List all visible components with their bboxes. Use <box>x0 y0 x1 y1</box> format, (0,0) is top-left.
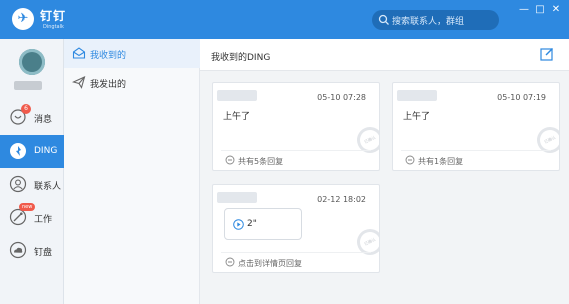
sub-nav: 我收到的 我发出的 <box>64 39 200 304</box>
ding-message: 上午了 <box>403 112 431 122</box>
search-input[interactable]: 搜索联系人，群组 <box>372 10 499 30</box>
cloud-drive-icon <box>9 241 27 259</box>
page-title: 我收到的DING <box>211 53 271 63</box>
reply-count[interactable]: 共有5条回复 <box>238 156 283 167</box>
app-brand: 钉钉 <box>40 9 67 23</box>
maximize-button[interactable]: □ <box>533 4 547 16</box>
play-icon <box>233 219 244 230</box>
confirmed-stamp-icon: 已确认 <box>532 122 559 158</box>
reply-count[interactable]: 共有1条回复 <box>418 156 463 167</box>
unread-badge: 6 <box>21 104 31 114</box>
minimize-button[interactable]: — <box>517 4 531 16</box>
close-button[interactable]: ✕ <box>549 4 563 16</box>
reply-icon <box>405 155 415 165</box>
ding-time: 05-10 07:28 <box>317 93 366 102</box>
title-bar: ✈ 钉钉 Dingtalk 搜索联系人，群组 — □ ✕ <box>0 0 569 39</box>
nav-label: 联系人 <box>34 182 62 192</box>
nav-item-messages[interactable]: 6 消息 <box>0 101 64 134</box>
main-panel: 我收到的DING 05-10 07:28 上午了 已确认 共有5条回复 05-1… <box>200 39 569 304</box>
subnav-label: 我发出的 <box>90 80 127 90</box>
ding-card[interactable]: 05-10 07:28 上午了 已确认 共有5条回复 <box>212 82 380 171</box>
nav-item-cloud-drive[interactable]: 钉盘 <box>0 234 64 267</box>
send-icon <box>72 76 86 89</box>
subnav-item-sent[interactable]: 我发出的 <box>64 68 200 97</box>
contacts-icon <box>9 175 27 193</box>
sender-name-redacted <box>217 192 257 203</box>
main-header: 我收到的DING <box>200 39 569 71</box>
ding-card[interactable]: 05-10 07:19 上午了 已确认 共有1条回复 <box>392 82 560 171</box>
user-name-redacted <box>14 81 42 90</box>
nav-label: 钉盘 <box>34 248 53 258</box>
nav-item-work[interactable]: new 工作 <box>0 201 64 234</box>
voice-length: 2" <box>247 219 257 229</box>
nav-label: 工作 <box>34 215 53 225</box>
confirmed-stamp-icon: 已确认 <box>352 122 379 158</box>
sender-name-redacted <box>217 90 257 101</box>
left-nav: 6 消息 DING 联系人 new 工作 钉盘 <box>0 39 64 304</box>
ding-card[interactable]: 02-12 18:02 2" 已确认 点击到详情页回复 <box>212 184 380 273</box>
divider <box>221 252 371 253</box>
divider <box>401 150 551 151</box>
ding-time: 02-12 18:02 <box>317 195 366 204</box>
sender-name-redacted <box>397 90 437 101</box>
nav-label: DING <box>34 146 58 156</box>
nav-label: 消息 <box>34 115 53 125</box>
search-placeholder: 搜索联系人，群组 <box>392 17 465 27</box>
subnav-label: 我收到的 <box>90 51 127 61</box>
ding-message: 上午了 <box>223 112 251 122</box>
reply-hint[interactable]: 点击到详情页回复 <box>238 258 302 269</box>
ding-time: 05-10 07:19 <box>497 93 546 102</box>
compose-icon[interactable] <box>540 47 554 61</box>
subnav-item-received[interactable]: 我收到的 <box>64 39 200 68</box>
voice-message[interactable]: 2" <box>224 208 302 240</box>
app-brand-sub: Dingtalk <box>43 24 64 30</box>
reply-icon <box>225 257 235 267</box>
avatar[interactable] <box>19 49 45 75</box>
search-icon <box>378 14 389 25</box>
inbox-icon <box>72 47 86 59</box>
new-badge: new <box>19 203 36 211</box>
nav-item-contacts[interactable]: 联系人 <box>0 168 64 201</box>
ding-icon <box>10 143 26 159</box>
divider <box>221 150 371 151</box>
confirmed-stamp-icon: 已确认 <box>352 224 379 260</box>
nav-item-ding[interactable]: DING <box>0 135 64 168</box>
reply-icon <box>225 155 235 165</box>
dingtalk-logo-icon: ✈ <box>12 8 34 30</box>
